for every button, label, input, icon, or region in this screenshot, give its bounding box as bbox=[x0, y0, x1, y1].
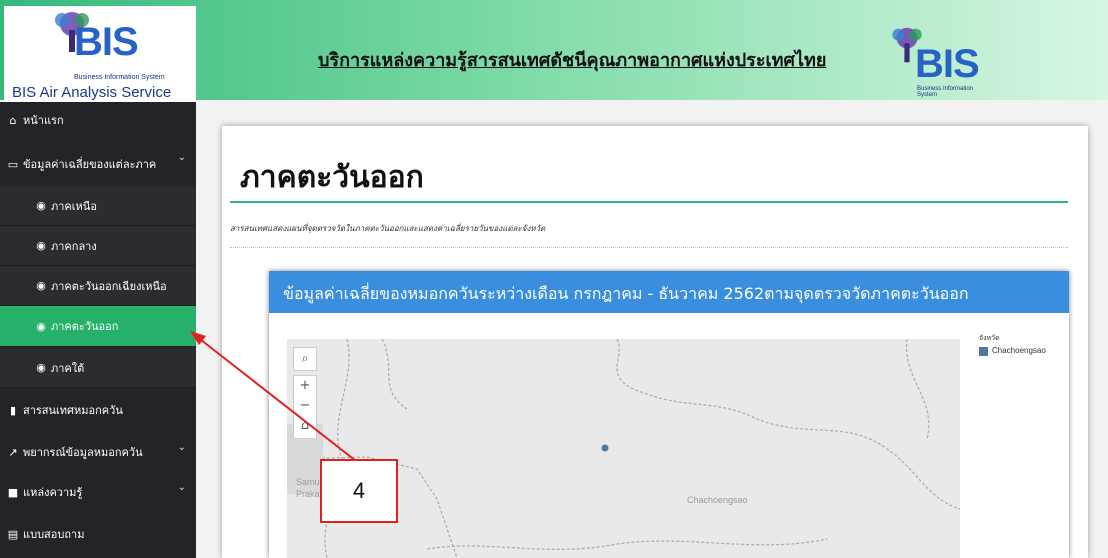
description-divider bbox=[230, 247, 1068, 248]
sidebar-item-regional-averages[interactable]: ▭ ข้อมูลค่าเฉลี่ยของแต่ละภาค ⌄ bbox=[0, 142, 196, 186]
logo-subtitle: Business Information System bbox=[74, 74, 165, 81]
sidebar-item-label: ภาคกลาง bbox=[51, 239, 97, 253]
map-label-chachoengsao: Chachoengsao bbox=[687, 495, 748, 505]
site-title: บริการแหล่งความรู้สารสนเทศดัชนีคุณภาพอาก… bbox=[318, 50, 827, 71]
bis-logo-right: BIS Business Information System bbox=[885, 26, 980, 98]
map-search-button[interactable]: ⌕ bbox=[293, 347, 317, 371]
bis-logo[interactable]: BIS Business Information System BIS Air … bbox=[4, 6, 196, 102]
chevron-down-icon: ⌄ bbox=[177, 152, 186, 163]
compass-icon: ◉ bbox=[36, 239, 46, 252]
monitor-icon: ▭ bbox=[7, 157, 19, 171]
home-icon: ⌂ bbox=[9, 113, 17, 127]
sidebar-item-label: ภาคใต้ bbox=[51, 361, 85, 375]
zoom-in-button[interactable]: + bbox=[294, 376, 316, 396]
logo-text: BIS bbox=[915, 42, 980, 86]
zoom-out-button[interactable]: − bbox=[294, 396, 316, 416]
panel-header: ข้อมูลค่าเฉลี่ยของหมอกควันระหว่างเดือน ก… bbox=[269, 271, 1069, 313]
search-icon: ⌕ bbox=[301, 351, 309, 365]
logo-subtitle: Business Information System bbox=[917, 86, 974, 98]
callout-box: 4 bbox=[320, 459, 398, 523]
sidebar-item-haze-forecast[interactable]: ↗ พยากรณ์ข้อมูลหมอกควัน ⌄ bbox=[0, 432, 196, 472]
sidebar-item-survey[interactable]: ▤ แบบสอบถาม bbox=[0, 514, 196, 554]
compass-icon: ◉ bbox=[36, 279, 46, 292]
sidebar-item-label: พยากรณ์ข้อมูลหมอกควัน bbox=[23, 446, 143, 459]
form-icon: ▤ bbox=[7, 527, 19, 541]
sidebar-item-label: ภาคตะวันออกเฉียงเหนือ bbox=[51, 279, 167, 293]
compass-icon: ◉ bbox=[36, 199, 46, 212]
sidebar-item-northeast[interactable]: ◉ ภาคตะวันออกเฉียงเหนือ bbox=[0, 266, 196, 306]
sidebar-item-haze-info[interactable]: ▮ สารสนเทศหมอกควัน bbox=[0, 390, 196, 430]
legend-item[interactable]: Chachoengsao bbox=[992, 346, 1046, 355]
map-view[interactable]: ⌕ + − ⌂ Samut Prakarn Chachoengsao bbox=[287, 339, 960, 558]
compass-icon: ◉ bbox=[36, 361, 46, 374]
sidebar-item-north[interactable]: ◉ ภาคเหนือ bbox=[0, 186, 196, 226]
sidebar-item-label: แหล่งความรู้ bbox=[23, 486, 83, 499]
page-title: ภาคตะวันออก bbox=[240, 160, 424, 195]
line-chart-icon: ↗ bbox=[8, 445, 18, 459]
header-bar: BIS Business Information System BIS Air … bbox=[0, 0, 1108, 102]
sidebar-item-label: สารสนเทศหมอกควัน bbox=[23, 404, 123, 417]
chevron-down-icon: ⌄ bbox=[177, 482, 186, 493]
sidebar-item-label: ข้อมูลค่าเฉลี่ยของแต่ละภาค bbox=[23, 158, 157, 171]
app-name: BIS Air Analysis Service bbox=[12, 84, 172, 101]
map-boundaries bbox=[287, 339, 960, 558]
page-description: สารสนเทศแสดงแผนที่จุดตรวจวัดในภาคตะวันออ… bbox=[230, 224, 546, 233]
chevron-down-icon: ⌄ bbox=[177, 442, 186, 453]
legend-swatch bbox=[979, 347, 988, 356]
sidebar-item-label: ภาคเหนือ bbox=[51, 199, 97, 213]
sidebar-item-east[interactable]: ◉ ภาคตะวันออก bbox=[0, 306, 196, 346]
title-divider bbox=[230, 201, 1068, 203]
sidebar: ⌂ หน้าแรก ▭ ข้อมูลค่าเฉลี่ยของแต่ละภาค ⌄… bbox=[0, 102, 196, 558]
map-zoom-controls: + − ⌂ bbox=[293, 375, 317, 439]
map-label-samut: Samut bbox=[296, 477, 323, 487]
sidebar-item-south[interactable]: ◉ ภาคใต้ bbox=[0, 348, 196, 388]
logo-text: BIS bbox=[74, 20, 139, 64]
bar-chart-icon: ▮ bbox=[9, 403, 17, 417]
sidebar-item-knowledge[interactable]: ■ แหล่งความรู้ ⌄ bbox=[0, 472, 196, 512]
sidebar-item-central[interactable]: ◉ ภาคกลาง bbox=[0, 226, 196, 266]
monitoring-point[interactable] bbox=[601, 444, 609, 452]
sidebar-item-label: ภาคตะวันออก bbox=[51, 320, 119, 333]
sidebar-item-label: หน้าแรก bbox=[23, 114, 64, 127]
compass-icon: ◉ bbox=[36, 319, 46, 333]
panel-title: ข้อมูลค่าเฉลี่ยของหมอกควันระหว่างเดือน ก… bbox=[283, 284, 969, 303]
sidebar-item-home[interactable]: ⌂ หน้าแรก bbox=[0, 102, 196, 138]
book-icon: ■ bbox=[7, 485, 19, 499]
legend-title: จังหวัด bbox=[979, 334, 1000, 342]
sidebar-item-label: แบบสอบถาม bbox=[23, 528, 85, 541]
home-icon[interactable]: ⌂ bbox=[294, 416, 316, 436]
